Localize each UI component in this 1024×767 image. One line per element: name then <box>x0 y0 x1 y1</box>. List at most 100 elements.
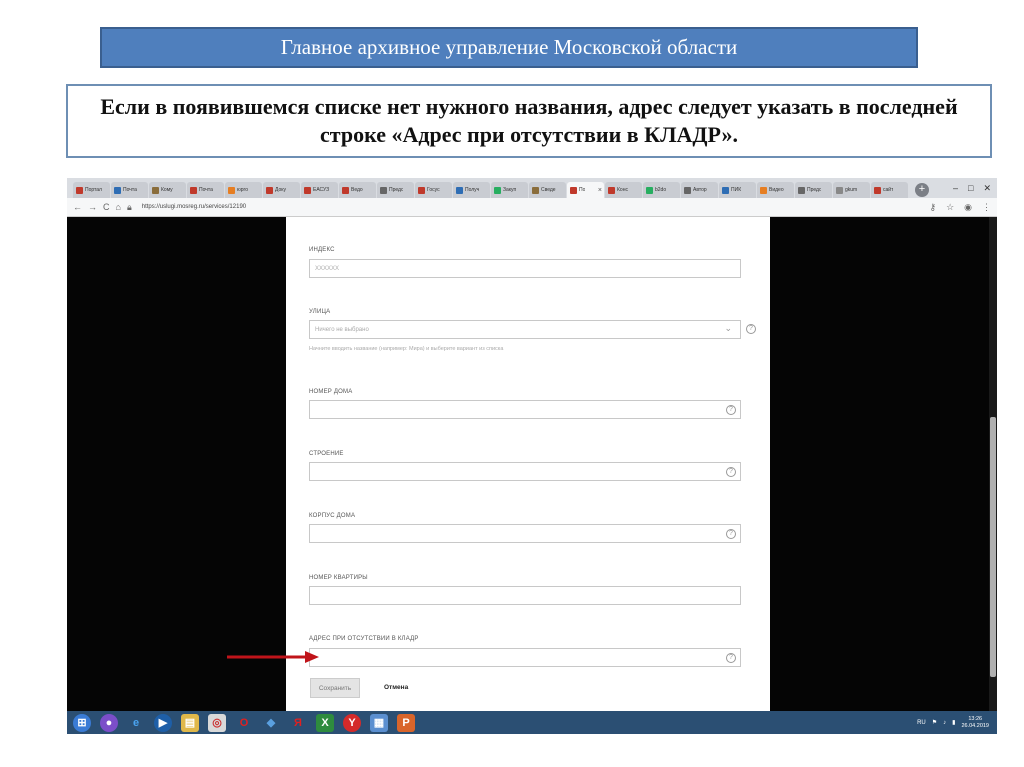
kladr-help-icon[interactable]: ? <box>726 653 736 663</box>
apartment-input[interactable] <box>309 586 741 605</box>
tab-favicon-icon <box>228 186 235 194</box>
browser-tab[interactable]: Конс <box>605 182 642 198</box>
browser-tab[interactable]: Предс <box>377 182 414 198</box>
reload-icon[interactable]: C <box>103 202 110 212</box>
new-tab-button[interactable]: + <box>915 183 929 197</box>
browser-tab[interactable]: сайт <box>871 182 908 198</box>
tab-favicon-icon <box>418 186 425 194</box>
scrollbar-thumb[interactable] <box>990 417 996 677</box>
browser-tab[interactable]: Сведе <box>529 182 566 198</box>
browser-tab[interactable]: gkum <box>833 182 870 198</box>
tab-favicon-icon <box>456 186 463 194</box>
browser-tab[interactable]: Кому <box>149 182 186 198</box>
cancel-button[interactable]: Отмена <box>384 684 408 691</box>
windows-taskbar: ⊞ ● e ▶ ▤ ◎ O ◆ Я X Y ▦ P RU ⚑ ♪ ▮ 13:26… <box>67 711 997 734</box>
forward-icon[interactable]: → <box>88 202 97 212</box>
browser-tab[interactable]: Видео <box>757 182 794 198</box>
browser-tab[interactable]: Закуп <box>491 182 528 198</box>
network-icon[interactable]: ◆ <box>262 714 280 732</box>
slide-header-banner: Главное архивное управление Московской о… <box>100 27 918 68</box>
key-icon[interactable]: ⚷ <box>929 202 936 213</box>
korpus-input[interactable]: ? <box>309 524 741 543</box>
tab-label: Портал <box>85 187 102 193</box>
tab-favicon-icon <box>152 186 159 194</box>
maximize-icon[interactable]: □ <box>968 183 973 194</box>
slide-header-text: Главное архивное управление Московской о… <box>280 35 738 59</box>
volume-icon[interactable]: ♪ <box>943 720 946 726</box>
photos-icon[interactable]: ▦ <box>370 713 388 732</box>
browser-tab-bar: Портал Почта Кому Почта юрго Доку ЕАСУЗ Ведо Пре… <box>67 178 997 198</box>
bookmark-star-icon[interactable]: ☆ <box>946 202 954 213</box>
building-label: СТРОЕНИЕ <box>309 451 344 457</box>
yandex-icon[interactable]: Y <box>343 713 361 732</box>
browser-tab[interactable]: Почта <box>111 182 148 198</box>
page-scrollbar[interactable] <box>989 217 997 711</box>
excel-icon[interactable]: X <box>316 713 334 732</box>
tab-label: Кому <box>161 187 173 193</box>
yandex-browser-icon[interactable]: Я <box>289 714 307 732</box>
address-form: ИНДЕКС XXXXXX УЛИЦА Ничего не выбрано ⌄ … <box>286 217 770 711</box>
street-select-value: Ничего не выбрано <box>315 326 369 333</box>
home-icon[interactable]: ⌂ <box>116 202 121 212</box>
close-window-icon[interactable]: ✕ <box>983 183 991 194</box>
language-indicator[interactable]: RU <box>917 720 926 726</box>
browser-tab[interactable]: Госус <box>415 182 452 198</box>
tab-favicon-icon <box>836 186 843 194</box>
system-tray: RU ⚑ ♪ ▮ 13:26 26.04.2019 <box>917 716 997 730</box>
chevron-down-icon: ⌄ <box>724 323 732 333</box>
building-help-icon[interactable]: ? <box>726 467 736 477</box>
street-select[interactable]: Ничего не выбрано ⌄ <box>309 320 741 339</box>
browser-tab[interactable]: Автор <box>681 182 718 198</box>
network-tray-icon[interactable]: ▮ <box>952 719 955 726</box>
url-field[interactable]: https://uslugi.mosreg.ru/services/12190 <box>142 204 246 210</box>
chrome-icon[interactable]: ◎ <box>208 713 226 732</box>
street-label: УЛИЦА <box>309 309 331 315</box>
tab-favicon-icon <box>342 186 349 194</box>
tab-favicon-icon <box>646 186 653 194</box>
house-input[interactable]: ? <box>309 400 741 419</box>
browser-tab[interactable]: Ведо <box>339 182 376 198</box>
browser-tab[interactable]: Предс <box>795 182 832 198</box>
tab-label: Госус <box>427 187 440 193</box>
opera-icon[interactable]: O <box>235 714 253 732</box>
back-icon[interactable]: ← <box>73 202 82 212</box>
browser-tab[interactable]: Доку <box>263 182 300 198</box>
start-button-icon[interactable]: ⊞ <box>73 713 91 732</box>
browser-tab[interactable]: ПИК <box>719 182 756 198</box>
minimize-icon[interactable]: – <box>953 183 958 194</box>
browser-tab[interactable]: Портал <box>73 182 110 198</box>
tray-flag-icon[interactable]: ⚑ <box>932 719 937 726</box>
tab-label: Почта <box>199 187 213 193</box>
browser-tab[interactable]: ЕАСУЗ <box>301 182 338 198</box>
file-explorer-icon[interactable]: ▤ <box>181 713 199 732</box>
powerpoint-icon[interactable]: P <box>397 713 415 732</box>
clock[interactable]: 13:26 26.04.2019 <box>961 716 989 730</box>
browser-tab[interactable]: юрго <box>225 182 262 198</box>
save-button[interactable]: Сохранить <box>310 678 360 698</box>
internet-explorer-icon[interactable]: e <box>127 714 145 732</box>
street-hint: Начните вводить название (например: Мира… <box>309 346 504 352</box>
tab-label: юрго <box>237 187 249 193</box>
assistant-icon[interactable]: ● <box>100 713 118 732</box>
tab-label: ПИК <box>731 187 742 193</box>
street-help-icon[interactable]: ? <box>746 324 756 334</box>
media-player-icon[interactable]: ▶ <box>154 713 172 732</box>
tab-favicon-icon <box>798 186 805 194</box>
index-input-value: XXXXXX <box>315 265 340 272</box>
instruction-notice: Если в появившемся списке нет нужного на… <box>66 84 992 158</box>
house-help-icon[interactable]: ? <box>726 405 736 415</box>
korpus-help-icon[interactable]: ? <box>726 529 736 539</box>
extension-icon[interactable]: ◉ <box>964 202 972 213</box>
browser-tab[interactable]: Получ <box>453 182 490 198</box>
browser-tab[interactable]: Почта <box>187 182 224 198</box>
tab-close-icon[interactable]: × <box>598 187 602 194</box>
index-input[interactable]: XXXXXX <box>309 259 741 278</box>
instruction-text: Если в появившемся списке нет нужного на… <box>100 94 958 147</box>
browser-tab[interactable]: По × <box>567 182 604 198</box>
kladr-input[interactable]: ? <box>309 648 741 667</box>
building-input[interactable]: ? <box>309 462 741 481</box>
browser-menu-icon[interactable]: ⋮ <box>982 202 991 213</box>
browser-tab[interactable]: b2do <box>643 182 680 198</box>
tab-favicon-icon <box>608 186 615 194</box>
tab-label: Получ <box>465 187 480 193</box>
